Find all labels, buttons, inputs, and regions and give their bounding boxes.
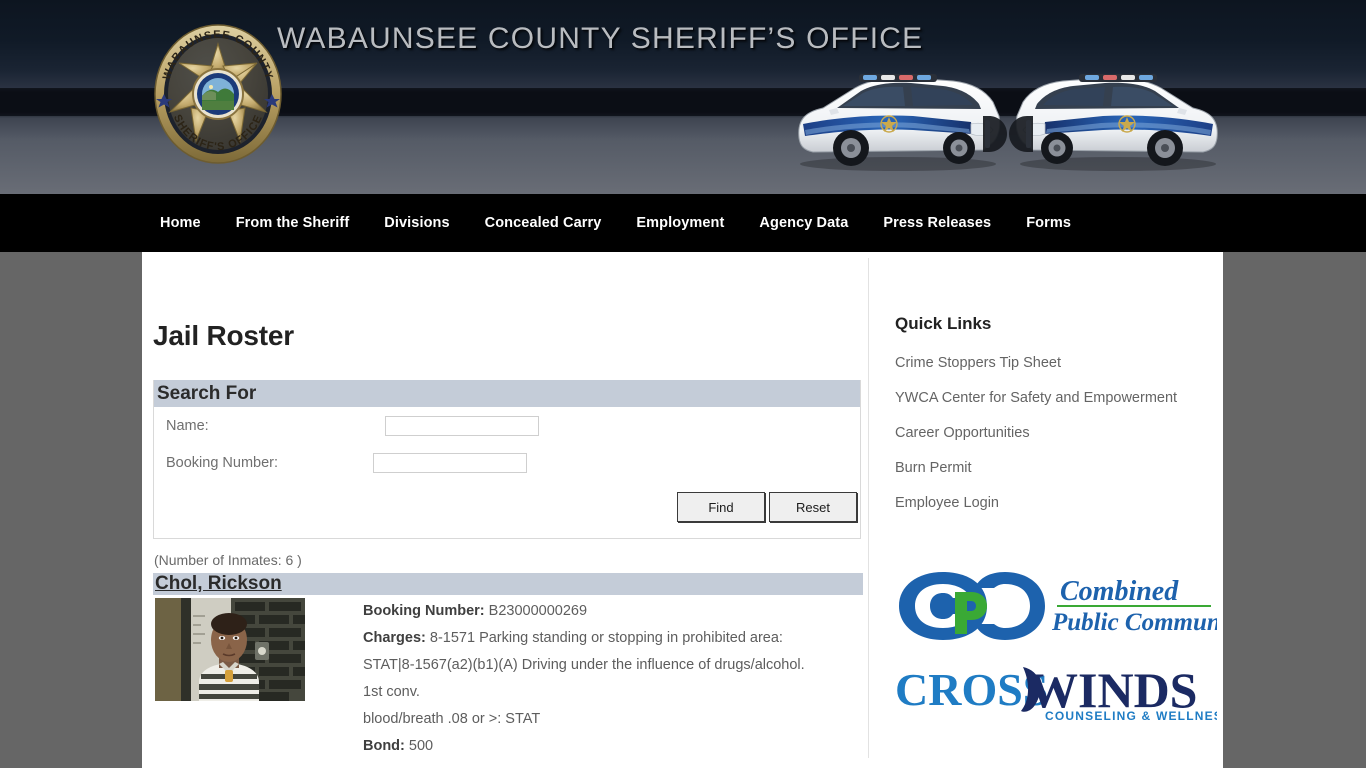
charges-line-3: 1st conv. [363, 684, 420, 700]
sponsor-logos: Combined Public Communications CROSS WIN… [895, 570, 1301, 728]
sheriff-badge-icon: WABAUNSEE COUNTY SHERIFF'S OFFICE [152, 23, 284, 165]
crosswinds-logo[interactable]: CROSS WINDS COUNSELING & WELLNESS [895, 661, 1231, 728]
police-car-icon [798, 58, 1219, 176]
charges-line-1: Charges: 8-1571 Parking standing or stop… [363, 625, 863, 652]
name-label: Name: [166, 417, 209, 434]
inmate-details: Booking Number: B23000000269 Charges: 8-… [363, 598, 863, 760]
inmate-name-bar: Chol, Rickson [153, 573, 863, 595]
nav-item-press-releases[interactable]: Press Releases [883, 215, 991, 231]
search-name-input[interactable] [385, 415, 539, 436]
search-buttons-row: Find Reset [154, 481, 860, 538]
quick-link-burn-permit[interactable]: Burn Permit [895, 451, 1223, 486]
content-container: Jail Roster Search For Name: Booking Num… [142, 252, 1301, 768]
cpc-logo-line2: Public Communications [1051, 609, 1217, 636]
nav-item-from-the-sheriff[interactable]: From the Sheriff [236, 215, 350, 231]
page-header-title: WABAUNSEE COUNTY SHERIFF’S OFFICE [277, 22, 924, 55]
bond-line: Bond: 500 [363, 733, 863, 760]
nav-item-employment[interactable]: Employment [636, 215, 724, 231]
reset-button[interactable]: Reset [769, 492, 857, 522]
bond-label: Bond: [363, 738, 405, 754]
inmate-name-link[interactable]: Chol, Rickson [155, 573, 282, 594]
search-panel: Search For Name: Booking Number: Find Re… [153, 380, 861, 539]
page-body: Jail Roster Search For Name: Booking Num… [0, 252, 1366, 768]
sidebar: Quick Links Crime Stoppers Tip Sheet YWC… [869, 252, 1301, 768]
booking-number-line: Booking Number: B23000000269 [363, 598, 863, 625]
site-header: WABAUNSEE COUNTY SHERIFF'S OFFICE WABAUN… [0, 0, 1366, 194]
main-navigation: Home From the Sheriff Divisions Conceale… [0, 194, 1366, 252]
find-button[interactable]: Find [677, 492, 765, 522]
charges-label: Charges: [363, 630, 426, 646]
nav-item-concealed-carry[interactable]: Concealed Carry [485, 215, 602, 231]
inmate-body: Booking Number: B23000000269 Charges: 8-… [153, 595, 868, 760]
quick-link-employee-login[interactable]: Employee Login [895, 486, 1223, 521]
booking-number-value: B23000000269 [488, 603, 588, 619]
quick-link-crime-stoppers-tip-sheet[interactable]: Crime Stoppers Tip Sheet [895, 346, 1223, 381]
charges-line-2: STAT|8-1567(a2)(b1)(A) Driving under the… [363, 657, 805, 673]
charges-line-4: blood/breath .08 or >: STAT [363, 711, 541, 727]
booking-number-label: Booking Number: [166, 454, 279, 471]
booking-number-row: Booking Number: [154, 444, 860, 481]
nav-item-agency-data[interactable]: Agency Data [759, 215, 848, 231]
quick-link-career-opportunities[interactable]: Career Opportunities [895, 416, 1223, 451]
quick-link-ywca-center[interactable]: YWCA Center for Safety and Empowerment [895, 381, 1223, 416]
nav-item-forms[interactable]: Forms [1026, 215, 1071, 231]
combined-public-communications-logo[interactable]: Combined Public Communications [895, 570, 1301, 647]
booking-number-label: Booking Number: [363, 603, 485, 619]
inmate-count: (Number of Inmates: 6 ) [154, 552, 302, 568]
main-content-column: Jail Roster Search For Name: Booking Num… [142, 252, 868, 768]
nav-item-divisions[interactable]: Divisions [384, 215, 449, 231]
bond-value: 500 [408, 738, 434, 754]
cpc-logo-line1: Combined [1060, 576, 1179, 607]
charges-text-1: 8-1571 Parking standing or stopping in p… [429, 630, 783, 646]
search-booking-number-input[interactable] [373, 452, 527, 473]
name-row: Name: [154, 407, 860, 444]
nav-item-home[interactable]: Home [160, 215, 201, 231]
search-panel-title: Search For [154, 380, 860, 407]
inmate-record: Chol, Rickson Booking Number: B230000002… [153, 573, 868, 760]
crosswinds-logo-tagline: COUNSELING & WELLNESS [1045, 709, 1217, 723]
quick-links-title: Quick Links [895, 314, 992, 333]
inmate-mugshot [155, 598, 305, 701]
page-title: Jail Roster [153, 320, 294, 351]
